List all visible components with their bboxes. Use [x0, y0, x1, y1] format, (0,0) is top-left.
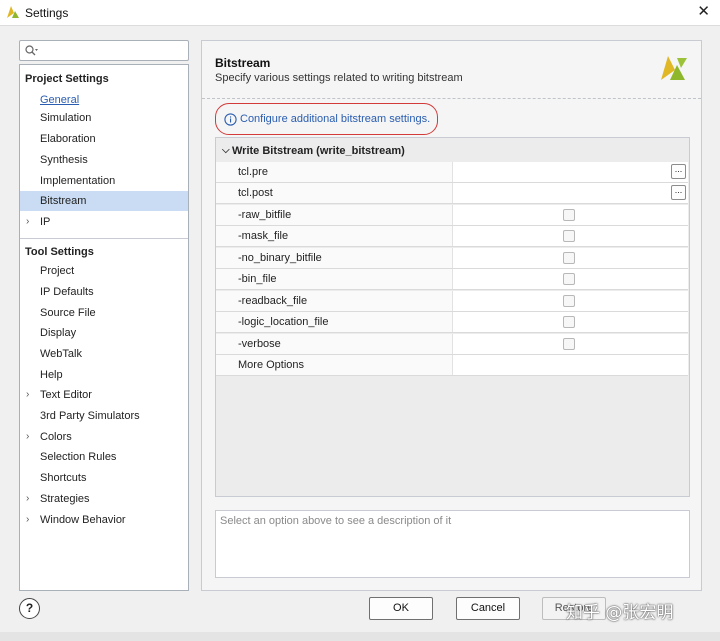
- option-row-raw-bitfile: -raw_bitfile: [216, 205, 688, 226]
- settings-search[interactable]: [19, 40, 189, 61]
- search-icon: [25, 45, 38, 56]
- sidebar-item-colors[interactable]: › Colors: [20, 427, 188, 447]
- vivado-logo-icon: [661, 56, 687, 80]
- option-row-bin-file: -bin_file: [216, 269, 688, 290]
- search-input[interactable]: [40, 43, 185, 58]
- page-title: Bitstream: [215, 56, 271, 70]
- tcl-post-value[interactable]: ...: [452, 183, 688, 203]
- sidebar-item-simulation[interactable]: Simulation: [20, 108, 188, 128]
- sidebar-item-bitstream[interactable]: Bitstream: [20, 191, 188, 211]
- more-options-input[interactable]: [452, 355, 688, 375]
- sidebar-item-window-behavior[interactable]: › Window Behavior: [20, 510, 188, 530]
- option-row-tcl-post: tcl.post ...: [216, 183, 688, 204]
- option-row-readback-file: -readback_file: [216, 291, 688, 312]
- sidebar-item-general[interactable]: General: [20, 90, 188, 110]
- logic-location-file-checkbox[interactable]: [563, 316, 575, 328]
- close-icon[interactable]: ✕: [697, 3, 710, 21]
- tool-settings-header: Tool Settings: [25, 246, 94, 258]
- chevron-right-icon[interactable]: ›: [26, 385, 29, 405]
- sidebar-item-webtalk[interactable]: WebTalk: [20, 344, 188, 364]
- sidebar-item-strategies[interactable]: › Strategies: [20, 489, 188, 509]
- sidebar-item-text-editor[interactable]: › Text Editor: [20, 385, 188, 405]
- vivado-logo-icon: [7, 6, 19, 18]
- chevron-right-icon[interactable]: ›: [26, 212, 29, 232]
- sidebar-item-synthesis[interactable]: Synthesis: [20, 150, 188, 170]
- option-group-header[interactable]: ⌵ Write Bitstream (write_bitstream): [216, 141, 689, 161]
- sidebar-item-implementation[interactable]: Implementation: [20, 171, 188, 191]
- info-icon: [224, 113, 237, 126]
- bin-file-checkbox[interactable]: [563, 273, 575, 285]
- tree-divider: [20, 238, 188, 239]
- mask-file-checkbox[interactable]: [563, 230, 575, 242]
- sidebar-item-selection-rules[interactable]: Selection Rules: [20, 447, 188, 467]
- option-row-logic-location-file: -logic_location_file: [216, 312, 688, 333]
- cancel-button[interactable]: Cancel: [456, 597, 520, 620]
- chevron-down-icon[interactable]: ⌵: [222, 141, 230, 161]
- bitstream-settings-panel: Bitstream Specify various settings relat…: [201, 40, 702, 591]
- sidebar-item-ip-defaults[interactable]: IP Defaults: [20, 282, 188, 302]
- sidebar-item-3rd-party-simulators[interactable]: 3rd Party Simulators: [20, 406, 188, 426]
- option-row-tcl-pre: tcl.pre ...: [216, 162, 688, 183]
- divider: [202, 98, 701, 99]
- sidebar-item-project[interactable]: Project: [20, 261, 188, 281]
- readback-file-checkbox[interactable]: [563, 295, 575, 307]
- no-binary-bitfile-checkbox[interactable]: [563, 252, 575, 264]
- option-row-no-binary-bitfile: -no_binary_bitfile: [216, 248, 688, 269]
- window-title: Settings: [25, 6, 69, 20]
- raw-bitfile-checkbox[interactable]: [563, 209, 575, 221]
- help-button[interactable]: ?: [19, 598, 40, 619]
- ok-button[interactable]: OK: [369, 597, 433, 620]
- tcl-pre-value[interactable]: ...: [452, 162, 688, 182]
- option-description-box: Select an option above to see a descript…: [215, 510, 690, 578]
- sidebar-item-display[interactable]: Display: [20, 323, 188, 343]
- page-description: Specify various settings related to writ…: [215, 72, 463, 84]
- settings-tree: Project Settings General Simulation Elab…: [19, 64, 189, 591]
- project-settings-header: Project Settings: [25, 73, 109, 85]
- browse-tcl-pre-button[interactable]: ...: [671, 164, 686, 179]
- bottom-strip: [0, 632, 720, 641]
- title-bar: Settings ✕: [0, 0, 720, 25]
- sidebar-item-help[interactable]: Help: [20, 365, 188, 385]
- sidebar-item-source-file[interactable]: Source File: [20, 303, 188, 323]
- chevron-right-icon[interactable]: ›: [26, 510, 29, 530]
- description-placeholder: Select an option above to see a descript…: [220, 515, 452, 527]
- option-row-more-options: More Options: [216, 355, 688, 376]
- configure-bitstream-text[interactable]: Configure additional bitstream settings.: [240, 113, 430, 125]
- option-row-verbose: -verbose: [216, 334, 688, 355]
- write-bitstream-options: ⌵ Write Bitstream (write_bitstream) tcl.…: [215, 137, 690, 497]
- option-row-mask-file: -mask_file: [216, 226, 688, 247]
- watermark: 知乎 @张宏明: [566, 603, 674, 623]
- verbose-checkbox[interactable]: [563, 338, 575, 350]
- configure-bitstream-link[interactable]: Configure additional bitstream settings.: [215, 103, 438, 135]
- sidebar-item-shortcuts[interactable]: Shortcuts: [20, 468, 188, 488]
- chevron-right-icon[interactable]: ›: [26, 427, 29, 447]
- chevron-right-icon[interactable]: ›: [26, 489, 29, 509]
- sidebar-item-elaboration[interactable]: Elaboration: [20, 129, 188, 149]
- sidebar-item-ip[interactable]: › IP: [20, 212, 188, 232]
- browse-tcl-post-button[interactable]: ...: [671, 185, 686, 200]
